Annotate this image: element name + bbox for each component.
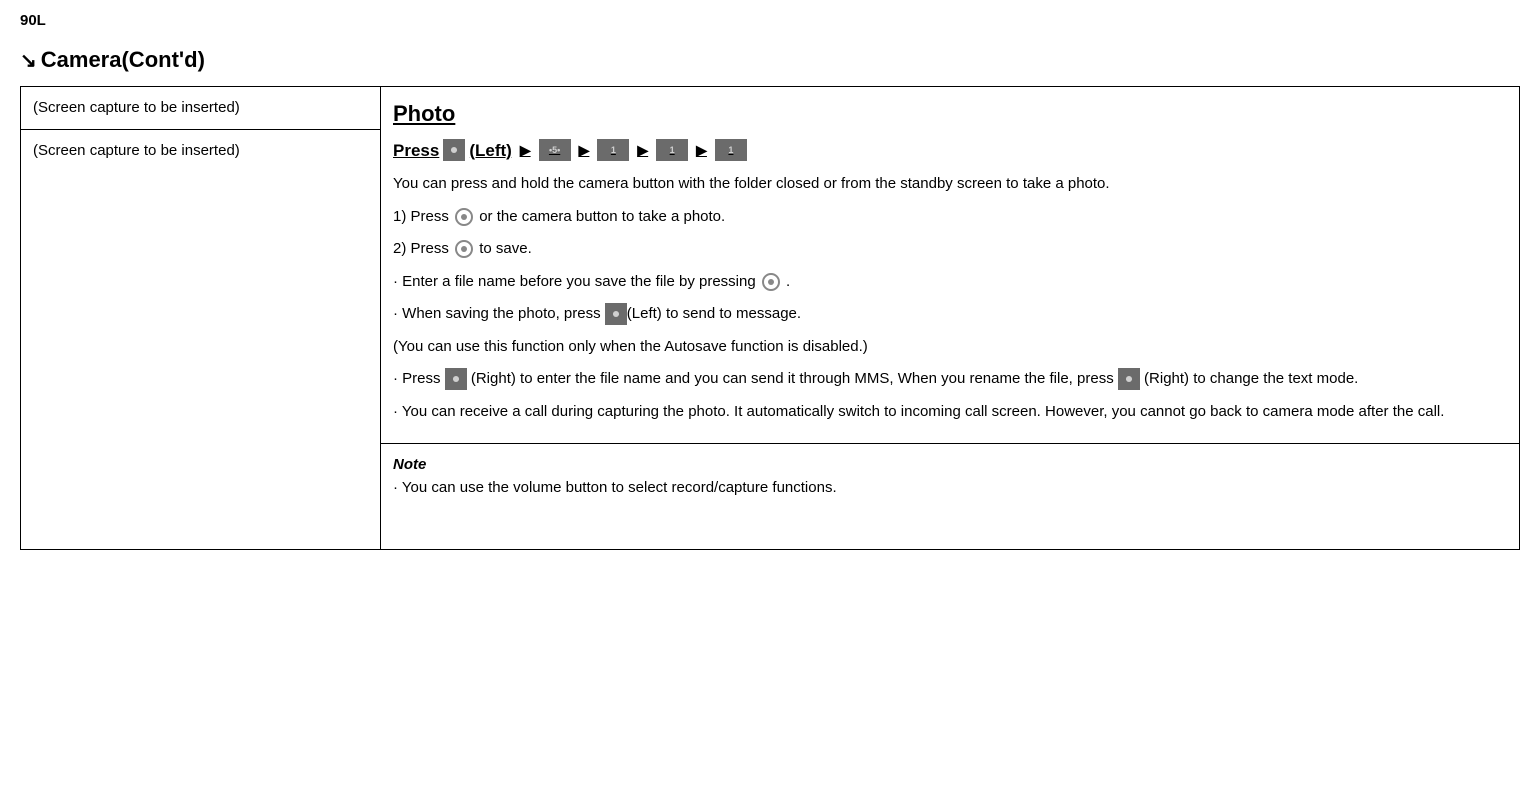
key-1-icon: 1 [597,139,629,161]
content-table: (Screen capture to be inserted) Photo Pr… [20,86,1520,551]
press-left-suffix: (Left) [469,138,511,164]
step1-suffix: or the camera button to take a photo. [479,208,725,225]
bullet2-prefix: · When saving the photo, press [393,305,601,322]
triangle-icon: ▶ [696,140,707,161]
key-1-icon: 1 [656,139,688,161]
press-sequence: Press (Left) ▶ •5• ▶ 1 ▶ 1 ▶ 1 [393,138,1507,164]
key-1-icon: 1 [715,139,747,161]
triangle-icon: ▶ [637,140,648,161]
triangle-icon: ▶ [579,140,590,161]
main-content-cell: Photo Press (Left) ▶ •5• ▶ 1 ▶ 1 ▶ 1 You… [381,86,1520,444]
softkey-dot-icon [1118,368,1140,390]
bullet-2-note: (You can use this function only when the… [393,336,1507,359]
step-1: 1) Press or the camera button to take a … [393,206,1507,229]
screen-capture-placeholder-1: (Screen capture to be inserted) [33,99,240,116]
ok-button-icon [760,271,782,293]
bullet3-c: (Right) to change the text mode. [1144,370,1358,387]
triangle-icon: ▶ [520,140,531,161]
ok-button-icon [453,238,475,260]
bullet-2: · When saving the photo, press (Left) to… [393,303,1507,326]
bullet1-suffix: . [786,273,790,290]
softkey-dot-icon [445,368,467,390]
page-label: 90L [20,10,1520,33]
bullet2-suffix: (Left) to send to message. [627,305,801,322]
bullet1-prefix: · Enter a file name before you save the … [393,273,756,290]
step1-prefix: 1) Press [393,208,449,225]
photo-heading: Photo [393,97,1507,130]
step2-prefix: 2) Press [393,240,449,257]
left-cell-2: (Screen capture to be inserted) [21,130,381,550]
softkey-dot-icon [443,139,465,161]
bullet-1: · Enter a file name before you save the … [393,271,1507,294]
key-5-icon: •5• [539,139,571,161]
section-title: ↘Camera(Cont'd) [20,43,1520,76]
left-cell-1: (Screen capture to be inserted) [21,86,381,130]
note-cell: Note · You can use the volume button to … [381,444,1520,550]
intro-text: You can press and hold the camera button… [393,173,1507,196]
softkey-dot-icon [605,303,627,325]
press-label: Press [393,138,439,164]
screen-capture-placeholder-2: (Screen capture to be inserted) [33,142,240,159]
note-label: Note [393,454,1507,477]
bullet-3: · Press (Right) to enter the file name a… [393,368,1507,391]
section-arrow-icon: ↘ [20,50,37,72]
bullet-4: · You can receive a call during capturin… [393,401,1507,424]
step-2: 2) Press to save. [393,238,1507,261]
bullet3-a: · Press [393,370,441,387]
note-body: · You can use the volume button to selec… [393,477,1507,500]
section-title-text: Camera(Cont'd) [41,47,205,72]
bullet3-b: (Right) to enter the file name and you c… [471,370,1114,387]
ok-button-icon [453,206,475,228]
step2-suffix: to save. [479,240,532,257]
